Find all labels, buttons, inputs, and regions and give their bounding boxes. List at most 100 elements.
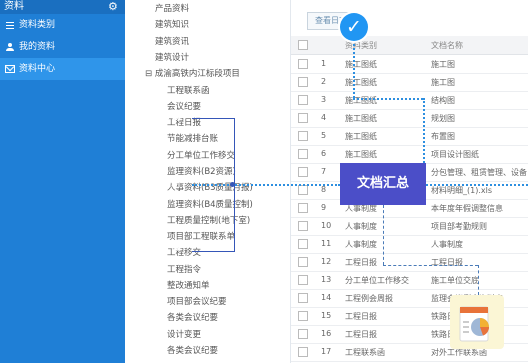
row-checkbox[interactable] [298,77,308,87]
row-doc-name[interactable]: 布置图 [431,131,455,142]
row-number: 14 [321,293,332,302]
row-doc-name[interactable]: 本年度年假调整信息 [431,203,503,214]
row-doc-name[interactable]: 项目部考勤规则 [431,221,487,232]
row-checkbox[interactable] [298,167,308,177]
row-doc-name[interactable]: 工程日报 [431,257,463,268]
tree-node[interactable]: 产品资料 [155,2,189,14]
row-doc-name[interactable]: 施工图 [431,59,455,70]
check-icon: ✓ [340,13,368,41]
row-category: 施工图纸 [345,60,377,69]
row-checkbox[interactable] [298,347,308,357]
sidebar-item-doc-center[interactable]: 资料中心 [0,58,125,80]
row-checkbox[interactable] [298,95,308,105]
chart-report-icon [450,295,504,349]
feature-update-pill: 自动更新 [130,170,192,198]
tree-node[interactable]: 各类会议纪要 [167,344,218,356]
row-checkbox[interactable] [298,293,308,303]
table-header: 资料类别 文档名称 [291,36,528,55]
gear-icon[interactable]: ⚙ [108,0,118,14]
row-number: 3 [321,95,327,104]
row-doc-name[interactable]: 结构图 [431,95,455,106]
tree-node-expanded[interactable]: ⊟ 成渝高铁内江标段项目 [145,67,240,79]
connector-line [353,40,355,98]
connector-line [478,265,479,295]
row-category: 施工图纸 [345,132,377,141]
feature-query-pill: 随时查询 [130,104,192,132]
row-category: 施工图纸 [345,150,377,159]
table-row[interactable]: 10 人事制度 项目部考勤规则 [291,217,528,236]
row-category: 工程例会周报 [345,294,393,303]
tree-node[interactable]: 工程联系函 [167,84,210,96]
row-checkbox[interactable] [298,257,308,267]
feature-update-label: 自动更新 [141,178,181,189]
tree-node[interactable]: 设计变更 [167,328,201,340]
bracket-dot [230,182,235,187]
table-row[interactable]: 1 施工图纸 施工图 [291,55,528,74]
table-row[interactable]: 11 人事制度 人事制度 [291,235,528,254]
tree-node[interactable]: 工程指令 [167,263,201,275]
connector-line [383,205,384,265]
table-row[interactable]: 5 施工图纸 布置图 [291,127,528,146]
row-doc-name[interactable]: 施工单位交底 [431,275,479,286]
row-checkbox[interactable] [298,185,308,195]
table-row[interactable]: 12 工程日报 工程日报 [291,253,528,272]
row-checkbox[interactable] [298,59,308,69]
row-number: 7 [321,167,327,176]
row-number: 16 [321,329,332,338]
row-checkbox[interactable] [298,113,308,123]
feature-bracket [192,118,235,252]
grid-toolbar: 查看日志 [291,0,528,36]
row-doc-name[interactable]: 施工图 [431,77,455,88]
row-number: 4 [321,113,327,122]
summary-label: 文档汇总 [356,176,409,191]
row-category: 工程日报 [345,258,377,267]
row-number: 12 [321,257,332,266]
table-row[interactable]: 4 施工图纸 规划图 [291,109,528,128]
row-checkbox[interactable] [298,329,308,339]
sidebar-header: 资料 ⚙ [0,0,125,14]
select-all-checkbox[interactable] [298,40,308,50]
row-number: 5 [321,131,327,140]
tree-node[interactable]: 各类会议纪要 [167,311,218,323]
tree-node[interactable]: 建筑资讯 [155,35,189,47]
row-category: 人事制度 [345,222,377,231]
header-name[interactable]: 文档名称 [431,40,463,51]
row-doc-name[interactable]: 分包管理、租赁管理、设备 [431,167,527,178]
sidebar-item-my-docs[interactable]: 我的资料 [0,36,125,58]
row-checkbox[interactable] [298,239,308,249]
sidebar-item-label: 我的资料 [19,42,56,52]
row-checkbox[interactable] [298,149,308,159]
row-checkbox[interactable] [298,131,308,141]
tree-node[interactable]: 项目部会议纪要 [167,295,227,307]
row-doc-name[interactable]: 人事制度 [431,239,463,250]
sidebar-item-category[interactable]: 资料类别 [0,14,125,36]
table-row[interactable]: 3 施工图纸 结构图 [291,91,528,110]
row-number: 10 [321,221,332,230]
header-category[interactable]: 资料类别 [345,40,377,51]
row-checkbox[interactable] [298,275,308,285]
row-doc-name[interactable]: 项目设计图纸 [431,149,479,160]
sidebar-item-label: 资料类别 [19,20,56,30]
tree-node[interactable]: 建筑知识 [155,18,189,30]
table-row[interactable]: 13 分工单位工作移交 施工单位交底 [291,271,528,290]
row-number: 2 [321,77,327,86]
list-icon [5,20,15,30]
row-number: 1 [321,59,327,68]
row-checkbox[interactable] [298,221,308,231]
row-number: 13 [321,275,332,284]
table-row[interactable]: 2 施工图纸 施工图 [291,73,528,92]
row-number: 15 [321,311,332,320]
row-category: 施工图纸 [345,78,377,87]
sidebar: 资料 ⚙ 资料类别 我的资料 资料中心 [0,0,125,363]
row-doc-name[interactable]: 材料明细_(1).xls [431,185,492,196]
row-doc-name[interactable]: 规划图 [431,113,455,124]
row-checkbox[interactable] [298,203,308,213]
tree-node[interactable]: 建筑设计 [155,51,189,63]
feature-query-label: 随时查询 [141,112,181,123]
row-category: 分工单位工作移交 [345,276,409,285]
row-checkbox[interactable] [298,311,308,321]
table-row[interactable]: 6 施工图纸 项目设计图纸 [291,145,528,164]
collapse-icon[interactable]: ⊟ [145,69,155,79]
tree-node[interactable]: 整改通知单 [167,279,210,291]
row-category: 工程联系函 [345,348,385,357]
